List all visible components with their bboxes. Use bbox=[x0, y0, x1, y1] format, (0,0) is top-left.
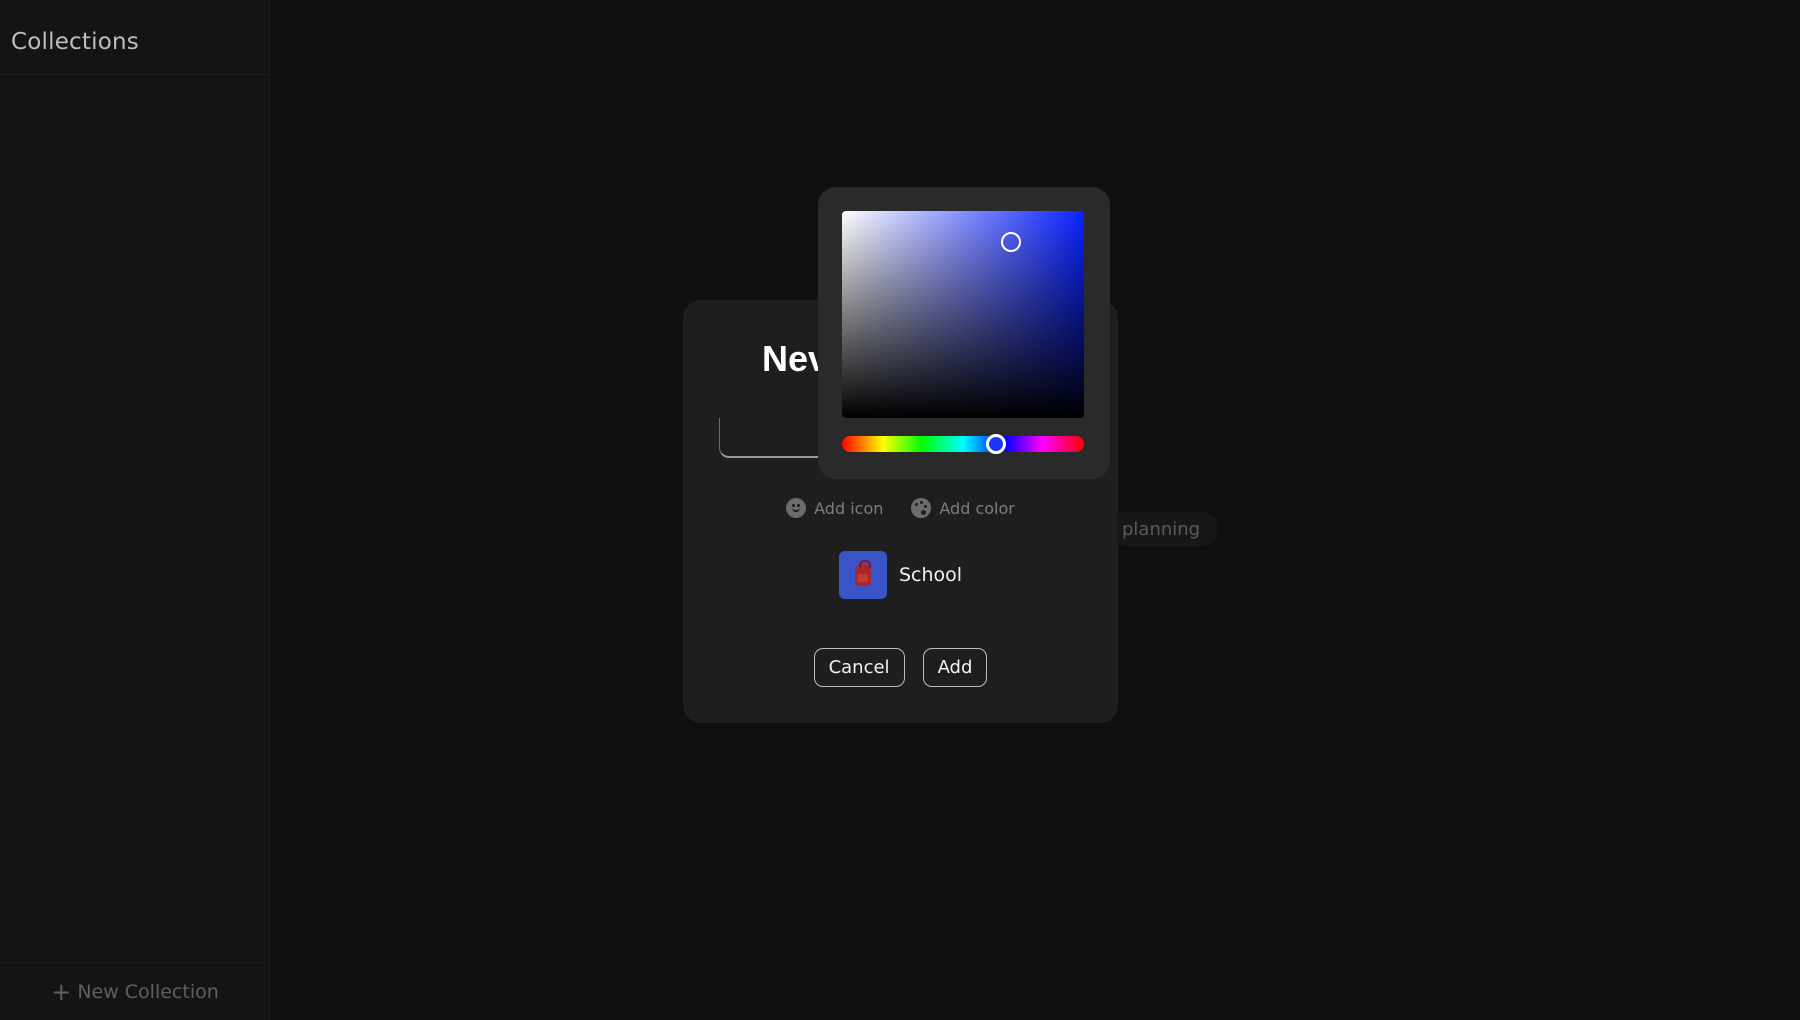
sidebar: Collections + New Collection bbox=[0, 0, 270, 1020]
collection-preview-name: School bbox=[898, 564, 963, 586]
smiley-icon bbox=[786, 498, 807, 518]
hue-slider[interactable] bbox=[842, 434, 1084, 454]
dialog-actions: Cancel Add bbox=[683, 648, 1118, 687]
plus-icon: + bbox=[51, 977, 72, 1006]
saturation-value-handle[interactable] bbox=[1001, 232, 1021, 252]
sidebar-title: Collections bbox=[11, 29, 139, 55]
add-button[interactable]: Add bbox=[922, 648, 988, 687]
sidebar-header: Collections bbox=[0, 0, 269, 75]
add-color-label: Add color bbox=[939, 498, 1015, 518]
hue-slider-handle[interactable] bbox=[986, 434, 1006, 454]
add-icon-button[interactable]: Add icon bbox=[786, 498, 883, 518]
add-icon-label: Add icon bbox=[814, 498, 884, 518]
collection-preview-swatch bbox=[838, 551, 887, 599]
collection-preview: School bbox=[683, 551, 1118, 599]
app-window: Collections + New Collection planning Ne… bbox=[0, 0, 1800, 1020]
add-color-button[interactable]: Add color bbox=[911, 498, 1015, 518]
color-picker-popover bbox=[818, 187, 1110, 479]
new-collection-label: New Collection bbox=[77, 980, 219, 1003]
cancel-button[interactable]: Cancel bbox=[813, 648, 905, 687]
collection-tag-label: planning bbox=[1122, 518, 1201, 540]
dialog-options: Add icon Add color bbox=[683, 498, 1118, 518]
new-collection-button[interactable]: + New Collection bbox=[0, 962, 270, 1020]
collection-tag-chip: planning bbox=[1108, 512, 1219, 546]
saturation-value-area[interactable] bbox=[842, 211, 1084, 418]
backpack-icon bbox=[854, 560, 871, 586]
palette-icon bbox=[911, 498, 932, 518]
